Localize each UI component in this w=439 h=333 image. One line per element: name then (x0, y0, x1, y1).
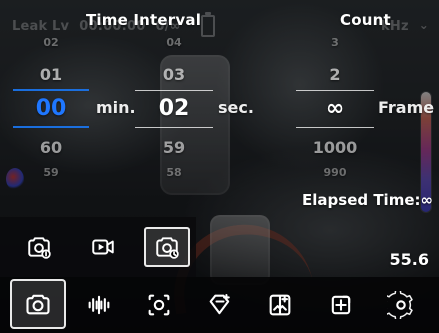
waveform-icon (88, 295, 109, 315)
frames-wheel[interactable]: 3 2 ∞ 1000 990 (296, 34, 374, 184)
export-button[interactable] (313, 281, 369, 329)
frames-selection-line-bottom (296, 127, 374, 128)
timelapse-mode-button[interactable] (144, 227, 190, 267)
minutes-selected: 00 (35, 96, 67, 121)
seconds-selected: 02 (158, 96, 190, 121)
minutes-wheel[interactable]: 02 01 00 60 59 (13, 34, 89, 184)
minutes-below-2: 59 (43, 166, 59, 179)
minutes-above-1: 01 (39, 65, 63, 84)
seconds-below-2: 58 (166, 166, 182, 179)
minutes-above-2: 02 (43, 36, 59, 49)
mode-row (0, 217, 196, 277)
photo-info-mode-button[interactable] (16, 227, 62, 267)
camera-info-icon (28, 237, 51, 259)
export-icon (331, 295, 350, 315)
focus-button[interactable] (131, 281, 187, 329)
seconds-above-1: 03 (162, 65, 186, 84)
app-screen: Leak Lv 00:00:00 0/∞ kHz ⌄ Time Interval… (0, 0, 439, 333)
audio-button[interactable] (71, 281, 127, 329)
frames-selected: ∞ (325, 96, 345, 121)
gear-icon (387, 291, 413, 319)
preview-readout: 55.6 (389, 250, 429, 269)
camera-timer-icon (156, 237, 179, 259)
frames-unit: Frame (378, 98, 435, 117)
bottom-toolbar (0, 277, 439, 333)
camera-icon (26, 294, 50, 315)
tag-add-icon (209, 294, 230, 315)
frames-below-1: 1000 (312, 138, 358, 157)
video-mode-button[interactable] (80, 227, 126, 267)
frames-below-2: 990 (323, 166, 347, 179)
seconds-unit: sec. (218, 98, 254, 117)
frames-above-2: 3 (331, 36, 339, 49)
seconds-wheel[interactable]: 04 03 02 59 58 (135, 34, 213, 184)
minutes-selection-line-top (13, 89, 89, 91)
compare-icon (269, 294, 291, 316)
seconds-below-1: 59 (162, 138, 186, 157)
interval-picker-panel: 02 01 00 60 59 min. 04 03 02 59 58 sec. … (0, 0, 439, 217)
frames-selection-line-top (296, 90, 374, 91)
add-tag-button[interactable] (192, 281, 248, 329)
elapsed-time: Elapsed Time:∞ (302, 191, 433, 209)
video-icon (92, 239, 114, 255)
settings-button[interactable] (373, 281, 429, 329)
camera-button[interactable] (10, 279, 66, 329)
seconds-selection-line-top (135, 90, 213, 91)
seconds-above-2: 04 (166, 36, 182, 49)
frames-above-1: 2 (329, 65, 341, 84)
minutes-unit: min. (96, 98, 136, 117)
minutes-below-1: 60 (39, 138, 63, 157)
seconds-selection-line-bottom (135, 127, 213, 128)
focus-icon (148, 294, 170, 316)
minutes-selection-line-bottom (13, 126, 89, 128)
compare-button[interactable] (252, 281, 308, 329)
